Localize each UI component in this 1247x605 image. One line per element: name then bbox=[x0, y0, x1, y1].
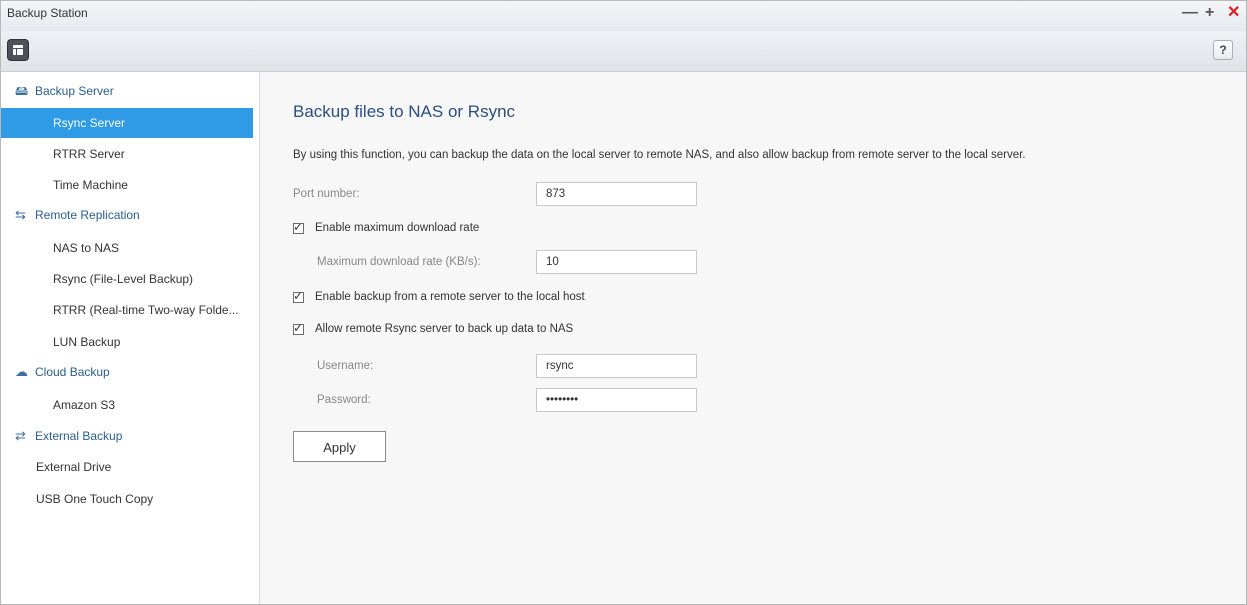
checkmark-icon: ✓ bbox=[293, 321, 304, 335]
apply-button[interactable]: Apply bbox=[293, 431, 386, 462]
sidebar-group-remote-replication[interactable]: ⇆ Remote Replication bbox=[1, 200, 259, 230]
password-label: Password: bbox=[317, 394, 371, 406]
minimize-icon[interactable]: — bbox=[1182, 3, 1198, 23]
cloud-icon: ☁ bbox=[15, 364, 28, 379]
sidebar-item-lun-backup[interactable]: LUN Backup bbox=[1, 327, 253, 357]
sidebar-group-label: Remote Replication bbox=[35, 208, 140, 222]
replication-icon: ⇆ bbox=[15, 207, 26, 222]
sidebar-item-label: RTRR Server bbox=[53, 147, 125, 161]
password-input[interactable] bbox=[536, 388, 697, 412]
sidebar-item-label: Time Machine bbox=[53, 178, 128, 192]
sidebar-nav: 🖴 Backup Server Rsync Server RTRR Server… bbox=[1, 72, 260, 604]
sidebar-group-label: External Backup bbox=[35, 429, 123, 443]
sync-arrows-icon: ⇄ bbox=[15, 428, 26, 443]
sidebar-item-label: RTRR (Real-time Two-way Folde... bbox=[53, 303, 239, 317]
toolbar: ? bbox=[1, 31, 1246, 72]
backup-station-window: Backup Station — + ✕ ? 🖴 Backup Server R… bbox=[0, 0, 1247, 605]
sidebar-group-cloud-backup[interactable]: ☁ Cloud Backup bbox=[1, 357, 259, 387]
port-number-label: Port number: bbox=[293, 188, 360, 200]
sidebar-item-external-drive[interactable]: External Drive bbox=[1, 452, 253, 482]
enable-max-download-rate-label: Enable maximum download rate bbox=[315, 222, 480, 234]
checkmark-icon: ✓ bbox=[293, 220, 304, 234]
enable-max-download-rate-checkbox[interactable]: ✓ bbox=[293, 220, 304, 234]
username-input[interactable] bbox=[536, 354, 697, 378]
sidebar-item-label: Rsync Server bbox=[53, 116, 126, 130]
title-bar: Backup Station — + ✕ bbox=[1, 1, 1246, 31]
sidebar-item-rtrr-server[interactable]: RTRR Server bbox=[1, 139, 253, 169]
sidebar-item-label: Amazon S3 bbox=[53, 398, 116, 412]
max-download-rate-input[interactable] bbox=[536, 250, 697, 274]
checkmark-icon: ✓ bbox=[293, 289, 304, 303]
sidebar-item-nas-to-nas[interactable]: NAS to NAS bbox=[1, 233, 253, 263]
page-description: By using this function, you can backup t… bbox=[293, 149, 1026, 161]
help-button[interactable]: ? bbox=[1213, 40, 1233, 60]
max-download-rate-label: Maximum download rate (KB/s): bbox=[317, 256, 481, 268]
sidebar-item-label: USB One Touch Copy bbox=[36, 492, 154, 506]
sidebar-item-rsync-file-level[interactable]: Rsync (File-Level Backup) bbox=[1, 264, 253, 294]
page-title: Backup files to NAS or Rsync bbox=[293, 102, 516, 121]
sidebar-item-rtrr[interactable]: RTRR (Real-time Two-way Folde... bbox=[1, 295, 253, 325]
app-menu-icon[interactable] bbox=[7, 39, 29, 61]
sidebar-group-backup-server[interactable]: 🖴 Backup Server bbox=[1, 76, 259, 106]
enable-remote-backup-checkbox[interactable]: ✓ bbox=[293, 289, 304, 303]
sidebar-item-label: NAS to NAS bbox=[53, 241, 120, 255]
username-label: Username: bbox=[317, 360, 374, 372]
main-content: Backup files to NAS or Rsync By using th… bbox=[260, 72, 1246, 604]
sidebar-item-label: External Drive bbox=[36, 460, 112, 474]
window-title: Backup Station bbox=[7, 6, 88, 20]
server-icon: 🖴 bbox=[15, 83, 29, 98]
enable-remote-backup-label: Enable backup from a remote server to th… bbox=[315, 291, 585, 303]
sidebar-item-label: LUN Backup bbox=[53, 335, 121, 349]
maximize-icon[interactable]: + bbox=[1205, 3, 1214, 23]
close-icon[interactable]: ✕ bbox=[1227, 3, 1240, 23]
allow-remote-rsync-label: Allow remote Rsync server to back up dat… bbox=[315, 323, 574, 335]
sidebar-item-usb-one-touch-copy[interactable]: USB One Touch Copy bbox=[1, 484, 253, 514]
sidebar-group-label: Cloud Backup bbox=[35, 365, 110, 379]
sidebar-item-label: Rsync (File-Level Backup) bbox=[53, 272, 194, 286]
sidebar-item-time-machine[interactable]: Time Machine bbox=[1, 170, 253, 200]
sidebar-group-label: Backup Server bbox=[35, 84, 114, 98]
allow-remote-rsync-checkbox[interactable]: ✓ bbox=[293, 321, 304, 335]
sidebar-item-amazon-s3[interactable]: Amazon S3 bbox=[1, 390, 253, 420]
port-number-input[interactable] bbox=[536, 182, 697, 206]
sidebar-item-rsync-server[interactable]: Rsync Server bbox=[1, 108, 253, 138]
sidebar-group-external-backup[interactable]: ⇄ External Backup bbox=[1, 421, 259, 451]
